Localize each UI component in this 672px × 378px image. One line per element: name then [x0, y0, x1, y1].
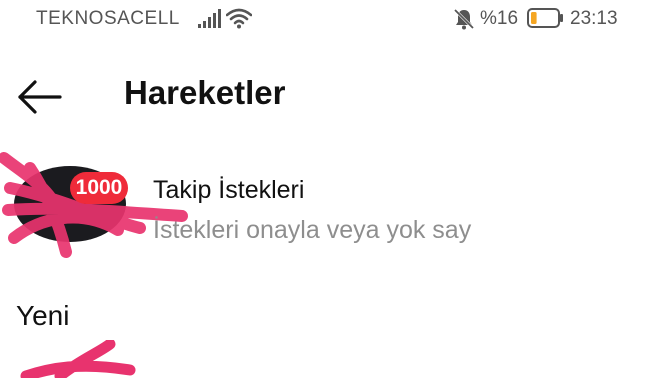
follow-requests-title: Takip İstekleri — [153, 176, 305, 204]
status-bar: TEKNOSACELL %16 23:13 — [0, 0, 672, 38]
section-heading-new: Yeni — [16, 300, 70, 331]
follow-requests-row[interactable]: 1000 Takip İstekleri İstekleri onayla ve… — [0, 148, 672, 260]
battery-icon — [527, 8, 563, 28]
redaction-scribble — [20, 340, 136, 378]
page-title: Hareketler — [124, 74, 286, 111]
back-button[interactable] — [12, 74, 66, 120]
clock: 23:13 — [570, 8, 618, 29]
notifications-muted-icon — [453, 8, 475, 30]
signal-icon — [198, 9, 221, 28]
follow-requests-subtitle: İstekleri onayla veya yok say — [153, 216, 472, 244]
wifi-icon — [226, 8, 252, 29]
request-count-badge: 1000 — [70, 172, 128, 204]
arrow-left-icon — [18, 80, 62, 114]
carrier-name: TEKNOSACELL — [36, 8, 180, 29]
battery-percent: %16 — [480, 8, 519, 29]
